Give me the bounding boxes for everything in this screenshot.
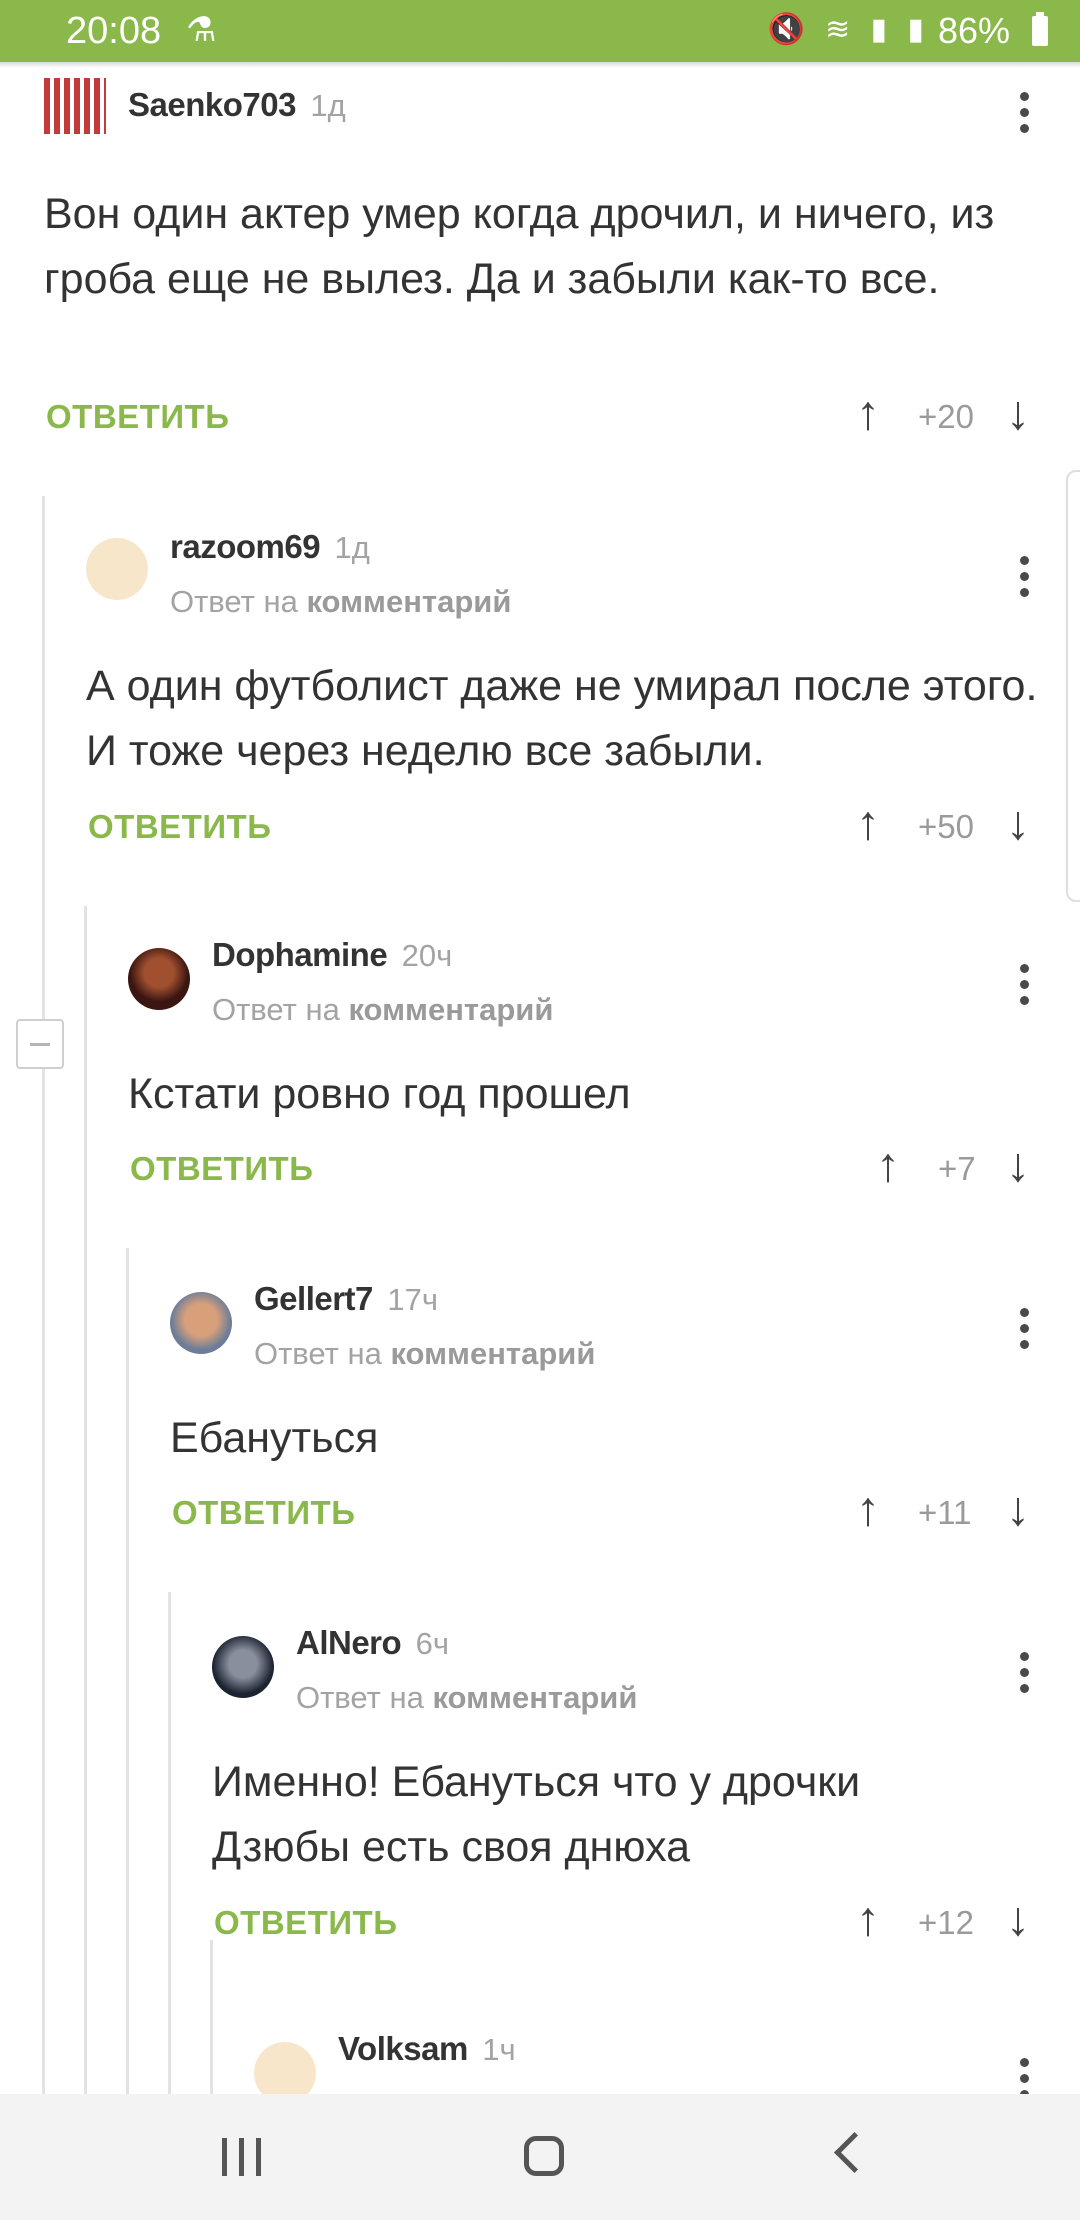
reply-button[interactable]: ОТВЕТИТЬ xyxy=(46,398,229,436)
reply-button[interactable]: ОТВЕТИТЬ xyxy=(130,1150,313,1188)
status-icons: 🔇 ≋ ▮ ▮ xyxy=(767,12,930,47)
reply-to-link[interactable]: Ответ на комментарий xyxy=(296,1680,637,1716)
avatar[interactable] xyxy=(128,948,190,1010)
recent-apps-icon[interactable] xyxy=(222,2138,264,2176)
more-options-icon[interactable] xyxy=(1004,82,1044,142)
more-options-icon[interactable] xyxy=(1004,1642,1044,1702)
comment-text: Ебануться xyxy=(170,1414,379,1462)
reply-to-prefix: Ответ на xyxy=(212,992,340,1027)
battery-percent: 86% xyxy=(937,10,1010,51)
author-name[interactable]: razoom69 xyxy=(170,528,321,565)
comment-time: 17ч xyxy=(387,1282,438,1317)
comment-text: А один футболист даже не умирал после эт… xyxy=(86,662,1038,775)
reply-to-target[interactable]: комментарий xyxy=(348,992,553,1027)
thread-line-5 xyxy=(210,1940,213,2094)
back-icon[interactable] xyxy=(833,2131,876,2174)
reply-button[interactable]: ОТВЕТИТЬ xyxy=(172,1494,355,1532)
accessibility-icon: ⚗ xyxy=(186,11,217,49)
author-name[interactable]: Volksam xyxy=(338,2030,468,2067)
reply-to-target[interactable]: комментарий xyxy=(390,1336,595,1371)
reply-to-link[interactable]: Ответ на комментарий xyxy=(212,992,553,1028)
thread-line-3 xyxy=(126,1248,129,2094)
reply-to-target[interactable]: комментарий xyxy=(432,1680,637,1715)
comment-score: +50 xyxy=(918,808,974,845)
more-options-icon[interactable] xyxy=(1004,1298,1044,1358)
home-icon[interactable] xyxy=(524,2136,564,2176)
mute-icon: 🔇 xyxy=(767,13,811,46)
comment-score: +12 xyxy=(918,1904,974,1941)
comment-header: AlNero 6ч xyxy=(296,1624,449,1662)
reply-to-prefix: Ответ на xyxy=(170,584,298,619)
thread-line-1 xyxy=(42,496,45,2094)
comment-time: 1ч xyxy=(482,2032,516,2067)
downvote-icon[interactable]: ↓ xyxy=(1006,800,1030,848)
comment-header: Saenko703 1д xyxy=(128,86,346,124)
reply-to-link[interactable]: Ответ на комментарий xyxy=(170,584,511,620)
signal-icon: ▮ xyxy=(907,13,930,46)
downvote-icon[interactable]: ↓ xyxy=(1006,1896,1030,1944)
comment-header: razoom69 1д xyxy=(170,528,370,566)
reply-to-target[interactable]: комментарий xyxy=(306,584,511,619)
comment-score: +7 xyxy=(938,1150,976,1187)
upvote-icon[interactable]: ↑ xyxy=(856,800,880,848)
comment: Volksam 1ч xyxy=(254,2030,1080,2094)
comment-header: Gellert7 17ч xyxy=(254,1280,438,1318)
comment-time: 1д xyxy=(310,88,346,123)
author-name[interactable]: Dophamine xyxy=(212,936,388,973)
upvote-icon[interactable]: ↑ xyxy=(856,390,880,438)
comment-text: Именно! Ебануться что у дрочки Дзюбы ест… xyxy=(212,1758,861,1871)
status-time: 20:08 xyxy=(66,10,162,52)
upvote-icon[interactable]: ↑ xyxy=(876,1142,900,1190)
avatar[interactable] xyxy=(254,2042,316,2094)
thread-line-2 xyxy=(84,906,87,2094)
reply-to-prefix: Ответ на xyxy=(296,1680,424,1715)
downvote-icon[interactable]: ↓ xyxy=(1006,1142,1030,1190)
comment-text: Кстати ровно год прошел xyxy=(128,1070,631,1118)
scroll-indicator[interactable] xyxy=(1066,470,1080,902)
upvote-icon[interactable]: ↑ xyxy=(856,1486,880,1534)
reply-button[interactable]: ОТВЕТИТЬ xyxy=(214,1904,397,1942)
wifi-icon: ≋ xyxy=(825,13,857,46)
reply-to-link[interactable]: Ответ на комментарий xyxy=(254,1336,595,1372)
comment-time: 6ч xyxy=(415,1626,450,1661)
author-name[interactable]: Gellert7 xyxy=(254,1280,373,1317)
avatar[interactable] xyxy=(212,1636,274,1698)
comment-time: 20ч xyxy=(401,938,453,973)
author-name[interactable]: AlNero xyxy=(296,1624,402,1661)
more-options-icon[interactable] xyxy=(1004,546,1044,606)
comment-time: 1д xyxy=(334,530,370,565)
reply-button[interactable]: ОТВЕТИТЬ xyxy=(88,808,271,846)
system-nav-bar xyxy=(0,2094,1080,2220)
toolbar-shadow xyxy=(0,62,1080,68)
thread-line-4 xyxy=(168,1592,171,2094)
reply-to-prefix: Ответ на xyxy=(254,1336,382,1371)
more-options-icon[interactable] xyxy=(1004,2048,1044,2094)
comment-score: +20 xyxy=(918,398,974,435)
status-bar: 20:08 ⚗ 🔇 ≋ ▮ ▮ 86% xyxy=(0,0,1080,62)
collapse-thread-button[interactable] xyxy=(16,1019,64,1069)
author-name[interactable]: Saenko703 xyxy=(128,86,296,123)
avatar[interactable] xyxy=(44,78,106,134)
battery-icon xyxy=(1032,12,1048,46)
avatar[interactable] xyxy=(170,1292,232,1354)
upvote-icon[interactable]: ↑ xyxy=(856,1896,880,1944)
comment-header: Dophamine 20ч xyxy=(212,936,452,974)
downvote-icon[interactable]: ↓ xyxy=(1006,390,1030,438)
downvote-icon[interactable]: ↓ xyxy=(1006,1486,1030,1534)
comment-text: Вон один актер умер когда дрочил, и ниче… xyxy=(44,190,995,303)
avatar[interactable] xyxy=(86,538,148,600)
comment-header: Volksam 1ч xyxy=(338,2030,516,2068)
more-options-icon[interactable] xyxy=(1004,954,1044,1014)
comment-score: +11 xyxy=(918,1494,972,1531)
signal-icon: ▮ xyxy=(870,13,894,46)
